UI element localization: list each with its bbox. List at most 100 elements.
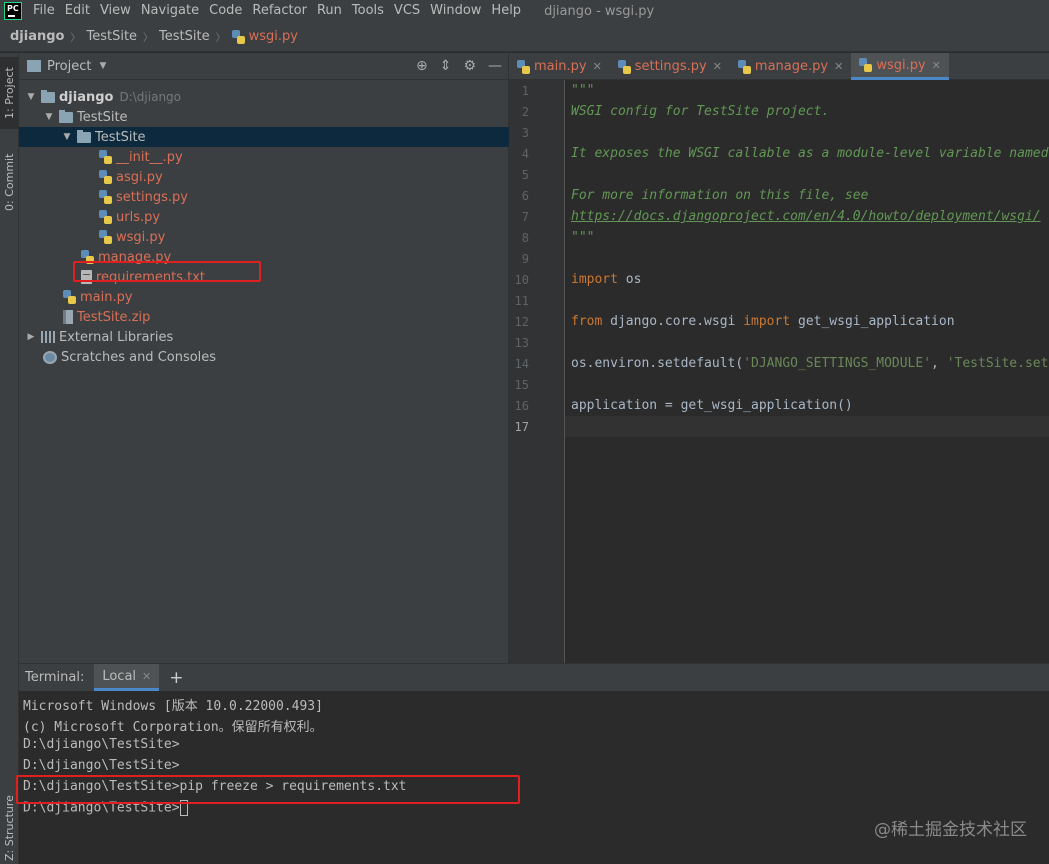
menu-code[interactable]: Code [204,0,247,22]
tree-item-testsite-package[interactable]: ▼ TestSite [19,127,509,147]
tab-wsgi-py[interactable]: wsgi.py ✕ [851,53,949,80]
project-panel-header: Project ▼ ⊕ ⇕ ⚙ — [19,53,508,80]
close-icon[interactable]: ✕ [593,60,602,73]
menu-edit[interactable]: Edit [60,0,95,22]
tree-item-testsite[interactable]: ▼ TestSite [19,107,509,127]
library-icon [41,331,55,343]
line-number: 7 [521,210,529,224]
project-tool-tab-label: 1: Project [3,67,16,119]
archive-file-icon [63,310,73,324]
new-terminal-plus-icon[interactable]: + [169,668,183,688]
python-file-icon [859,58,873,72]
terminal-line: Microsoft Windows [版本 10.0.22000.493] [23,699,323,714]
close-icon[interactable]: ✕ [142,670,151,683]
menu-view[interactable]: View [95,0,136,22]
watermark: @稀土掘金技术社区 [874,820,1027,840]
tab-label: Local [102,668,137,684]
python-file-icon [99,170,112,184]
tab-main-py[interactable]: main.py ✕ [509,53,610,80]
line-number: 16 [514,399,529,413]
tree-item-label: __init__.py [116,149,183,165]
python-file-icon [63,290,76,304]
code-line: import os [571,272,642,287]
tree-item-label: djiango [59,89,114,105]
folder-icon [77,129,91,143]
line-number: 15 [514,378,529,392]
project-tool-tab[interactable]: 1: Project [0,57,19,129]
terminal-panel: Terminal: Local ✕ + Microsoft Windows [版… [16,663,1049,864]
code-line: application = get_wsgi_application() [571,398,853,413]
chevron-down-icon[interactable]: ▼ [61,132,73,142]
tree-item-wsgi-py[interactable]: wsgi.py [19,227,509,247]
bottom-left-tool-strip: Z: Structure [0,663,19,864]
menu-navigate[interactable]: Navigate [136,0,204,22]
tab-label: manage.py [754,59,829,74]
tree-item-label: TestSite.zip [77,309,151,325]
python-file-icon [99,190,112,204]
menu-run[interactable]: Run [312,0,347,22]
menu-vcs[interactable]: VCS [389,0,425,22]
menu-window[interactable]: Window [425,0,486,22]
line-number: 9 [521,252,529,266]
tab-label: main.py [534,59,587,74]
tree-item-testsite-zip[interactable]: TestSite.zip [19,307,509,327]
commit-tool-tab[interactable]: 0: Commit [0,145,19,219]
code-editor: main.py ✕ settings.py ✕ manage.py ✕ wsgi… [509,53,1049,663]
tree-item-asgi-py[interactable]: asgi.py [19,167,509,187]
tab-local[interactable]: Local ✕ [94,664,160,691]
close-icon[interactable]: ✕ [932,59,941,72]
code-line: WSGI config for TestSite project. [571,104,830,119]
terminal-line: D:\djiango\TestSite> [23,758,180,773]
menu-bar: PC File Edit View Navigate Code Refactor… [0,0,1049,22]
editor-tab-bar: main.py ✕ settings.py ✕ manage.py ✕ wsgi… [509,53,1049,80]
breadcrumb-item[interactable]: wsgi.py [231,29,298,44]
chevron-right-icon[interactable]: ▶ [25,332,37,342]
project-view-selector[interactable]: Project [47,59,91,74]
locate-file-icon[interactable]: ⊕ [416,58,428,74]
tree-item-main-py[interactable]: main.py [19,287,509,307]
folder-icon [59,109,73,123]
folder-icon [41,89,55,103]
code-line: """ [571,83,595,98]
breadcrumb-item[interactable]: djiango [10,29,64,44]
code-line: os.environ.setdefault('DJANGO_SETTINGS_M… [571,356,1049,371]
tree-item-scratches[interactable]: Scratches and Consoles [19,347,509,367]
python-file-icon [517,59,530,74]
collapse-all-icon[interactable]: ⇕ [440,58,452,74]
hide-panel-icon[interactable]: — [488,58,502,74]
code-line: """ [571,230,595,245]
python-file-icon [617,59,631,74]
tab-settings-py[interactable]: settings.py ✕ [610,53,730,80]
menu-refactor[interactable]: Refactor [247,0,312,22]
tree-item-settings-py[interactable]: settings.py [19,187,509,207]
close-icon[interactable]: ✕ [713,60,722,73]
code-line: from django.core.wsgi import get_wsgi_ap… [571,314,955,329]
tree-item-init-py[interactable]: __init__.py [19,147,509,167]
chevron-down-icon[interactable]: ▼ [43,112,55,122]
tree-item-label: wsgi.py [116,229,166,245]
python-file-icon [99,230,112,244]
chevron-down-icon[interactable]: ▼ [99,61,106,71]
tree-item-label: asgi.py [116,169,163,185]
line-number-gutter: 1 2 3 4 5 6 7 8 9 10 11 12 13 14 15 16 1… [509,80,565,663]
menu-help[interactable]: Help [486,0,526,22]
tree-item-djiango[interactable]: ▼ djiango D:\djiango [19,87,509,107]
tree-item-urls-py[interactable]: urls.py [19,207,509,227]
breadcrumb-file-label: wsgi.py [248,29,298,44]
project-panel: Project ▼ ⊕ ⇕ ⚙ — ▼ djiango D:\djiango ▼… [19,53,509,663]
gear-icon[interactable]: ⚙ [463,58,476,74]
menu-file[interactable]: File [28,0,60,22]
menu-tools[interactable]: Tools [347,0,389,22]
breadcrumb-separator-icon: 〉 [143,33,154,44]
code-line-link[interactable]: https://docs.djangoproject.com/en/4.0/ho… [571,209,1041,224]
breadcrumb-item[interactable]: TestSite [86,29,137,44]
breadcrumb-item[interactable]: TestSite [159,29,210,44]
code-area[interactable]: """ WSGI config for TestSite project. It… [571,80,1049,663]
tab-manage-py[interactable]: manage.py ✕ [730,53,851,80]
python-file-icon [231,29,245,44]
chevron-down-icon[interactable]: ▼ [25,92,37,102]
line-number: 14 [514,357,529,371]
close-icon[interactable]: ✕ [834,60,843,73]
tree-item-external-libraries[interactable]: ▶ External Libraries [19,327,509,347]
line-number: 10 [514,273,529,287]
